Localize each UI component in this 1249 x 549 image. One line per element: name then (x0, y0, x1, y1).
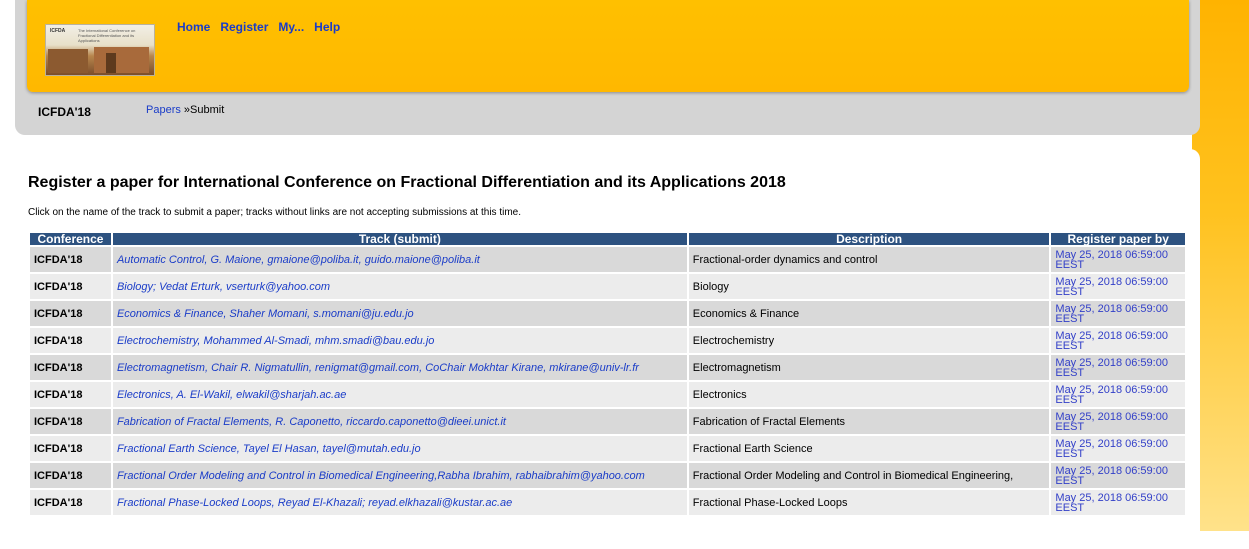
row-track: Economics & Finance, Shaher Momani, s.mo… (112, 301, 687, 326)
row-conference: ICFDA'18 (30, 355, 111, 380)
row-deadline: May 25, 2018 06:59:00 EEST (1051, 247, 1185, 272)
table-row: ICFDA'18 Fractional Phase-Locked Loops, R… (30, 490, 1185, 515)
track-submit-link[interactable]: Automatic Control, G. Maione, gmaione@po… (117, 254, 480, 266)
row-description: Fractional Earth Science (688, 436, 1050, 461)
nav-home[interactable]: Home (177, 20, 210, 34)
column-header-conference: Conference (30, 233, 111, 245)
page-instructions: Click on the name of the track to submit… (28, 207, 522, 218)
row-track: Electrochemistry, Mohammed Al-Smadi, mhm… (112, 328, 687, 353)
row-deadline: May 25, 2018 06:59:00 EEST (1051, 301, 1185, 326)
nav-my[interactable]: My... (278, 20, 304, 34)
logo-image-part (48, 49, 88, 73)
conference-logo[interactable]: ICFDA The International Conference on Fr… (45, 24, 155, 76)
row-conference: ICFDA'18 (30, 436, 111, 461)
breadcrumb-separator: » (180, 104, 191, 116)
row-conference: ICFDA'18 (30, 409, 111, 434)
nav-help[interactable]: Help (314, 20, 340, 34)
row-deadline: May 25, 2018 06:59:00 EEST (1051, 409, 1185, 434)
column-header-description: Description (688, 233, 1050, 245)
row-deadline: May 25, 2018 06:59:00 EEST (1051, 436, 1185, 461)
column-header-track: Track (submit) (112, 233, 687, 245)
table-row: ICFDA'18 Fractional Earth Science, Tayel … (30, 436, 1185, 461)
page-title: Register a paper for International Confe… (28, 174, 786, 191)
track-submit-link[interactable]: Economics & Finance, Shaher Momani, s.mo… (117, 308, 414, 320)
table-row: ICFDA'18 Electronics, A. El-Wakil, elwaki… (30, 382, 1185, 407)
breadcrumb-current: Submit (190, 104, 225, 116)
row-track: Fractional Earth Science, Tayel El Hasan… (112, 436, 687, 461)
row-conference: ICFDA'18 (30, 247, 111, 272)
row-track: Electronics, A. El-Wakil, elwakil@sharja… (112, 382, 687, 407)
track-submit-link[interactable]: Fractional Earth Science, Tayel El Hasan… (117, 443, 421, 455)
row-conference: ICFDA'18 (30, 490, 111, 515)
table-header-row: Conference Track (submit) Description Re… (30, 233, 1185, 245)
row-description: Fractional Phase-Locked Loops (688, 490, 1050, 515)
breadcrumb-papers-link[interactable]: Papers (146, 104, 181, 116)
track-submit-link[interactable]: Electrochemistry, Mohammed Al-Smadi, mhm… (117, 335, 434, 347)
header-bar (27, 0, 1189, 92)
row-deadline: May 25, 2018 06:59:00 EEST (1051, 328, 1185, 353)
row-conference: ICFDA'18 (30, 328, 111, 353)
row-deadline: May 25, 2018 06:59:00 EEST (1051, 274, 1185, 299)
table-row: ICFDA'18 Fractional Order Modeling and Co… (30, 463, 1185, 488)
conference-short-name: ICFDA'18 (38, 105, 91, 119)
table-row: ICFDA'18 Electrochemistry, Mohammed Al-Sm… (30, 328, 1185, 353)
row-track: Biology; Vedat Erturk, vserturk@yahoo.co… (112, 274, 687, 299)
row-track: Automatic Control, G. Maione, gmaione@po… (112, 247, 687, 272)
table-row: ICFDA'18 Automatic Control, G. Maione, gm… (30, 247, 1185, 272)
column-header-deadline: Register paper by (1051, 233, 1185, 245)
right-gradient-background (1192, 0, 1249, 531)
row-description: Electrochemistry (688, 328, 1050, 353)
table-row: ICFDA'18 Electromagnetism, Chair R. Nigma… (30, 355, 1185, 380)
logo-image-part (106, 53, 116, 73)
track-submit-link[interactable]: Electronics, A. El-Wakil, elwakil@sharja… (117, 389, 346, 401)
track-submit-link[interactable]: Electromagnetism, Chair R. Nigmatullin, … (117, 362, 639, 374)
row-conference: ICFDA'18 (30, 274, 111, 299)
row-description: Biology (688, 274, 1050, 299)
row-deadline: May 25, 2018 06:59:00 EEST (1051, 463, 1185, 488)
nav-register[interactable]: Register (220, 20, 268, 34)
row-track: Fabrication of Fractal Elements, R. Capo… (112, 409, 687, 434)
track-submit-link[interactable]: Fractional Phase-Locked Loops, Reyad El-… (117, 497, 512, 509)
tracks-table: Conference Track (submit) Description Re… (28, 231, 1187, 517)
table-row: ICFDA'18 Fabrication of Fractal Elements,… (30, 409, 1185, 434)
row-deadline: May 25, 2018 06:59:00 EEST (1051, 490, 1185, 515)
row-deadline: May 25, 2018 06:59:00 EEST (1051, 382, 1185, 407)
logo-image-part (94, 47, 149, 73)
track-submit-link[interactable]: Fabrication of Fractal Elements, R. Capo… (117, 416, 506, 428)
row-deadline: May 25, 2018 06:59:00 EEST (1051, 355, 1185, 380)
row-track: Fractional Phase-Locked Loops, Reyad El-… (112, 490, 687, 515)
row-description: Electromagnetism (688, 355, 1050, 380)
track-submit-link[interactable]: Biology; Vedat Erturk, vserturk@yahoo.co… (117, 281, 330, 293)
logo-mini-text: ICFDA (50, 28, 66, 34)
row-description: Fractional-order dynamics and control (688, 247, 1050, 272)
breadcrumb: Papers »Submit (146, 104, 224, 116)
row-description: Fractional Order Modeling and Control in… (688, 463, 1050, 488)
track-submit-link[interactable]: Fractional Order Modeling and Control in… (117, 470, 645, 482)
row-track: Electromagnetism, Chair R. Nigmatullin, … (112, 355, 687, 380)
table-row: ICFDA'18 Biology; Vedat Erturk, vserturk@… (30, 274, 1185, 299)
main-nav: Home Register My... Help (177, 20, 340, 34)
row-conference: ICFDA'18 (30, 382, 111, 407)
row-description: Electronics (688, 382, 1050, 407)
table-row: ICFDA'18 Economics & Finance, Shaher Moma… (30, 301, 1185, 326)
row-conference: ICFDA'18 (30, 463, 111, 488)
row-description: Fabrication of Fractal Elements (688, 409, 1050, 434)
row-description: Economics & Finance (688, 301, 1050, 326)
row-track: Fractional Order Modeling and Control in… (112, 463, 687, 488)
row-conference: ICFDA'18 (30, 301, 111, 326)
logo-mini-subtext: The International Conference on Fraction… (78, 28, 136, 43)
